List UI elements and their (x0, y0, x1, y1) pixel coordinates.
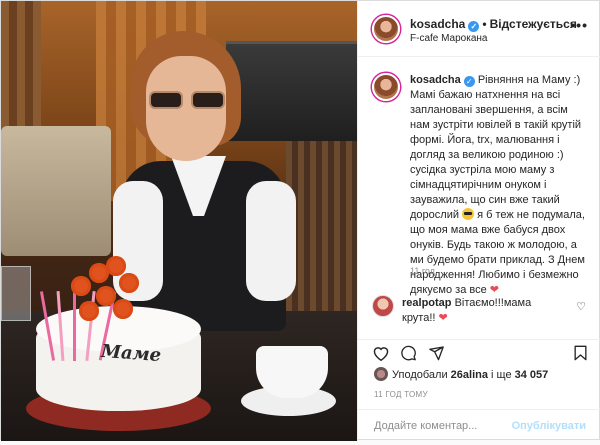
post-location[interactable]: F-cafe Марокана (410, 33, 488, 44)
likes-count[interactable]: 34 057 (515, 369, 549, 381)
photo-sofa (1, 126, 111, 256)
liker-avatar (374, 367, 388, 381)
separator-dot: • (482, 17, 487, 31)
author-avatar[interactable] (372, 15, 400, 43)
comment-icon[interactable] (400, 345, 417, 361)
photo-flower (119, 273, 139, 293)
liker-username[interactable]: 26alina (451, 369, 488, 381)
caption-text-a: Рівняння на Маму :) Мамі бажаю натхнення… (410, 74, 582, 221)
photo-sleeve-right (246, 181, 296, 301)
author-username[interactable]: kosadcha (410, 17, 465, 31)
photo-cake-text: Маме (100, 340, 162, 367)
photo-flower (79, 301, 99, 321)
heart-icon[interactable] (372, 345, 390, 361)
photo-flower (96, 286, 116, 306)
commenter-avatar[interactable] (372, 295, 394, 317)
post-side-panel: kosadcha ✓ • Відстежується F-cafe Марокана … (357, 1, 600, 441)
photo-flower (113, 299, 133, 319)
likes-summary[interactable]: Уподобали 26alina і ще 34 057 (374, 367, 548, 381)
comment: realpotap Вітаємо!!!мама крута!! ❤ (402, 296, 562, 326)
photo-sunglasses (149, 91, 227, 109)
post-header: kosadcha ✓ • Відстежується F-cafe Марокана … (358, 1, 600, 57)
share-icon[interactable] (428, 345, 445, 361)
action-bar (358, 339, 600, 363)
instagram-post: Маме kosadcha ✓ • Відстежується F-cafe Маро… (0, 0, 600, 441)
red-heart-emoji-icon: ❤ (489, 284, 499, 296)
comments-section[interactable]: kosadcha ✓ Рівняння на Маму :) Мамі бажаю… (358, 57, 600, 339)
following-button[interactable]: Відстежується (490, 17, 577, 31)
likes-prefix: Уподобали (392, 369, 448, 381)
verified-icon: ✓ (468, 21, 480, 32)
caption-time[interactable]: 11 год. (410, 266, 438, 276)
likes-middle: і ще (491, 369, 512, 381)
sunglasses-emoji-icon (462, 208, 475, 220)
caption-avatar[interactable] (372, 73, 400, 101)
author-line: kosadcha ✓ • Відстежується (410, 17, 577, 32)
bookmark-icon[interactable] (573, 345, 588, 361)
photo-cup (256, 346, 328, 398)
photo-glass (1, 266, 31, 321)
photo-flower (106, 256, 126, 276)
photo-dj-equipment (226, 41, 357, 141)
add-comment-bar: Додайте коментар... Опублікувати (358, 409, 600, 441)
post-caption: kosadcha ✓ Рівняння на Маму :) Мамі бажаю… (410, 73, 590, 298)
comment-input[interactable]: Додайте коментар... (374, 420, 477, 432)
more-options-icon[interactable]: ••• (570, 17, 588, 33)
post-timestamp[interactable]: 11 ГОД ТОМУ (374, 390, 428, 399)
photo-flower (71, 276, 91, 296)
caption-text-b: я б теж не подумала, що моя мама вже баб… (410, 209, 585, 296)
post-photo[interactable]: Маме (1, 1, 357, 441)
photo-candle (73, 291, 76, 361)
photo-chair (286, 141, 357, 331)
red-heart-emoji-icon: ❤ (438, 312, 448, 324)
comment-like-icon[interactable]: ♡ (576, 300, 586, 313)
verified-icon: ✓ (463, 76, 475, 87)
caption-username[interactable]: kosadcha (410, 74, 461, 86)
publish-button[interactable]: Опублікувати (512, 420, 586, 432)
comment-username[interactable]: realpotap (402, 297, 452, 309)
